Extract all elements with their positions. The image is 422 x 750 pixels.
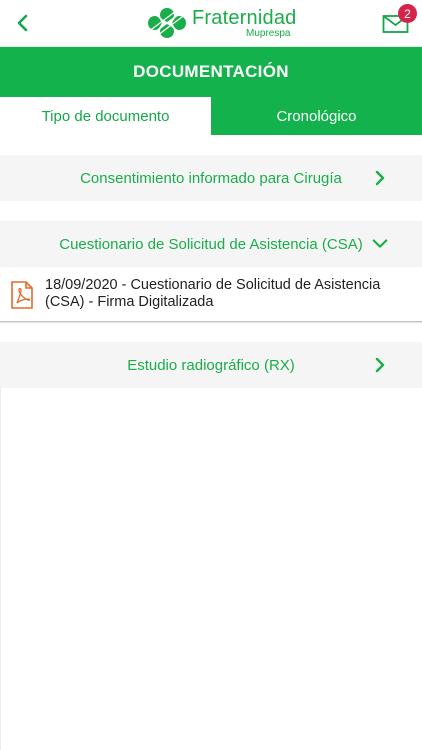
title-bar: DOCUMENTACIÓN (0, 47, 422, 97)
fraternidad-logo-icon (147, 7, 187, 39)
document-sections: Consentimiento informado para Cirugía Cu… (0, 135, 422, 388)
section-label: Cuestionario de Solicitud de Asistencia … (59, 235, 363, 253)
tab-bar: Tipo de documento Cronológico (0, 97, 422, 135)
logo-main-text: Fraternidad (192, 6, 297, 29)
chevron-down-icon (372, 239, 388, 248)
document-item[interactable]: 18/09/2020 - Cuestionario de Solicitud d… (0, 267, 422, 322)
top-bar: Fraternidad Muprespa 2 (0, 0, 422, 47)
page-title: DOCUMENTACIÓN (133, 62, 289, 81)
chevron-right-icon (375, 357, 385, 373)
section-label: Consentimiento informado para Cirugía (80, 169, 342, 187)
notification-badge[interactable]: 2 (398, 4, 417, 23)
brand-logo: Fraternidad Muprespa (146, 4, 296, 42)
logo-sub-text: Muprespa (246, 27, 291, 39)
tab-cronologico[interactable]: Cronológico (211, 97, 422, 135)
section-label: Estudio radiográfico (RX) (127, 356, 295, 374)
section-estudio-radiografico[interactable]: Estudio radiográfico (RX) (0, 342, 422, 388)
section-consentimiento[interactable]: Consentimiento informado para Cirugía (0, 155, 422, 201)
divider (0, 386, 1, 750)
chevron-right-icon (375, 170, 385, 186)
document-title: 18/09/2020 - Cuestionario de Solicitud d… (45, 277, 381, 310)
tab-tipo-de-documento[interactable]: Tipo de documento (0, 97, 211, 135)
pdf-icon (11, 281, 33, 309)
back-button[interactable] (10, 10, 34, 36)
section-cuestionario-csa[interactable]: Cuestionario de Solicitud de Asistencia … (0, 221, 422, 267)
chevron-left-icon (17, 14, 28, 32)
